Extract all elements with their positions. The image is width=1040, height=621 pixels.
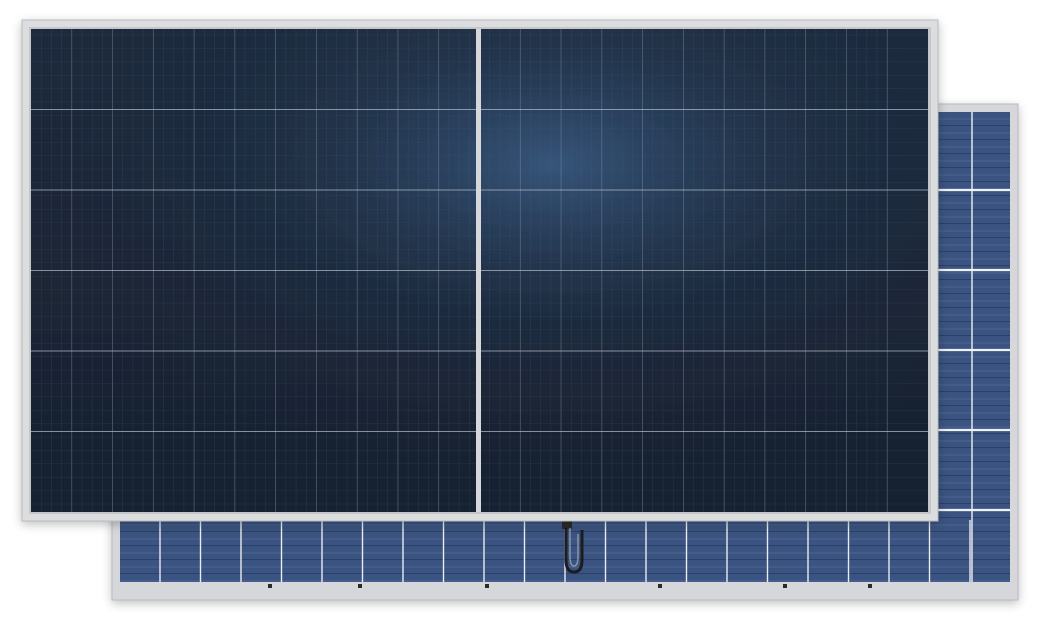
mounting-hole: [783, 584, 787, 588]
mounting-hole: [868, 584, 872, 588]
mounting-hole: [268, 584, 272, 588]
front-panel: [21, 19, 939, 522]
front-panel-center-split: [476, 29, 481, 512]
mounting-hole: [485, 584, 489, 588]
mounting-hole: [358, 584, 362, 588]
solar-panel-scene: [21, 19, 1019, 601]
mounting-hole: [658, 584, 662, 588]
